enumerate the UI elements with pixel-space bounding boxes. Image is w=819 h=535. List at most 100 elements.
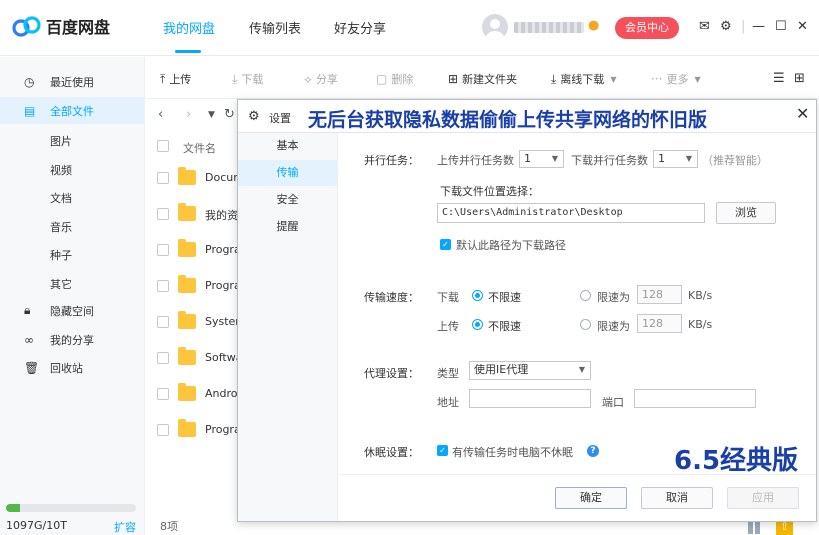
sidebar-item-images[interactable]: 图片 [50,133,72,149]
settings-transfer-panel: 并行任务： 上传并行任务数 1 ▼ 下载并行任务数 1 ▼ （推荐智能） 下载文… [339,133,816,483]
grid-view-icon[interactable] [748,520,762,534]
file-icon: ▤ [24,103,36,118]
settings-tab-transfer[interactable]: 传输 [238,160,337,186]
sidebar-item-hidden-space[interactable]: 🔒︎ 隐藏空间 [0,297,145,324]
dialog-close-icon[interactable]: ✕ [796,104,809,123]
back-icon[interactable]: ‹ [158,107,163,122]
file-name[interactable]: Andro [205,387,238,400]
upload-limit-radio[interactable] [580,319,591,330]
tab-transfer-list[interactable]: 传输列表 [249,18,301,37]
proxy-port-input[interactable] [634,389,756,408]
maximize-icon[interactable]: ☐ [775,19,787,34]
tab-friend-share[interactable]: 好友分享 [334,18,386,37]
table-row[interactable]: 我的资 [146,197,238,233]
download-button[interactable]: ⤓ 下载 [232,71,263,87]
download-parallel-select[interactable]: 1 ▼ [653,150,698,168]
forward-icon[interactable]: › [186,107,191,122]
sidebar-item-recent[interactable]: ◷ 最近使用 [0,68,145,95]
row-checkbox[interactable] [157,424,169,436]
share-button[interactable]: ⟡ 分享 [304,71,338,87]
download-path-input[interactable]: C:\Users\Administrator\Desktop [437,203,705,223]
proxy-type-select[interactable]: 使用IE代理 ▼ [469,361,591,380]
member-center-button[interactable]: 会员中心 [615,17,679,39]
upload-parallel-select[interactable]: 1 ▼ [519,150,564,168]
cancel-button[interactable]: 取消 [641,487,713,509]
table-row[interactable]: Docum [146,161,238,197]
delete-button[interactable]: ▢ 删除 [376,71,413,87]
expand-storage-link[interactable]: 扩容 [114,519,136,535]
sidebar-item-all-files[interactable]: ▤ 全部文件 [0,97,145,124]
ok-button[interactable]: 确定 [555,487,627,509]
column-filename[interactable]: 文件名 [183,140,216,156]
proxy-address-label: 地址 [437,396,459,409]
mail-icon[interactable]: ✉ [699,19,710,34]
table-row[interactable]: Progra [146,269,238,305]
file-name[interactable]: 我的资 [205,207,238,223]
overlay-banner-text: 无后台获取隐私数据偷偷上传共享网络的怀旧版 [308,109,708,131]
settings-tab-security[interactable]: 安全 [238,187,337,213]
row-checkbox[interactable] [157,352,169,364]
sort-icon[interactable]: ☰ [773,71,785,86]
settings-tab-basic[interactable]: 基本 [238,133,337,159]
sidebar-item-documents[interactable]: 文档 [50,190,72,206]
proxy-address-input[interactable] [469,389,591,408]
sidebar-item-music[interactable]: 音乐 [50,219,72,235]
folder-icon [178,203,196,221]
row-checkbox[interactable] [157,208,169,220]
file-name[interactable]: Softwa [205,351,238,364]
table-row[interactable]: Softwa [146,341,238,377]
download-unlimited-radio[interactable] [472,290,483,301]
file-name[interactable]: Progra [205,423,238,436]
file-name[interactable]: Docum [205,171,238,184]
row-checkbox[interactable] [157,172,169,184]
settings-tab-reminder[interactable]: 提醒 [238,214,337,240]
row-checkbox[interactable] [157,244,169,256]
history-dropdown-icon[interactable]: ▼ [208,110,215,120]
row-checkbox[interactable] [157,388,169,400]
file-name[interactable]: Progra [205,279,238,292]
upload-label: 上传 [169,73,192,86]
no-sleep-checkbox[interactable]: ✓ [437,445,448,456]
sidebar-item-recycle-bin[interactable]: 🗑︎ 回收站 [0,354,145,381]
more-button[interactable]: ··· 更多 ▼ [651,71,701,87]
folder-icon [178,239,196,257]
upload-limit-input[interactable]: 128 [637,314,682,333]
file-name[interactable]: Progra [205,243,238,256]
minimize-icon[interactable]: — [752,19,765,34]
username-blurred[interactable] [514,22,584,33]
select-all-checkbox[interactable] [157,140,169,152]
chevron-down-icon: ▼ [578,365,585,374]
download-icon: ⤓ [551,71,557,86]
dialog-title-bar[interactable]: ⚙ 设置 无后台获取隐私数据偷偷上传共享网络的怀旧版 ✕ [238,100,816,133]
download-limit-input[interactable]: 128 [637,285,682,304]
apply-button[interactable]: 应用 [727,487,799,509]
table-row[interactable]: Syster [146,305,238,341]
new-folder-button[interactable]: ⊞ 新建文件夹 [448,71,517,87]
settings-icon[interactable]: ⚙ [720,19,732,34]
close-icon[interactable]: ✕ [797,19,808,34]
breadcrumb: ‹ › ▼ ↻ [146,100,238,132]
help-icon[interactable]: ? [587,445,599,457]
app-logo[interactable]: 百度网盘 [12,14,110,38]
sidebar-item-other[interactable]: 其它 [50,276,72,292]
file-name[interactable]: Syster [205,315,238,328]
tab-my-drive[interactable]: 我的网盘 [163,18,215,37]
download-limit-radio[interactable] [580,290,591,301]
table-row[interactable]: Andro [146,377,238,413]
table-row[interactable]: Progra [146,233,238,269]
upload-unlimited-radio[interactable] [472,319,483,330]
table-row[interactable]: Progra [146,413,238,449]
refresh-icon[interactable]: ↻ [224,107,235,122]
avatar[interactable] [482,14,508,40]
upload-button[interactable]: ⤒ 上传 [160,71,191,87]
storage-quota-fill [6,504,21,512]
row-checkbox[interactable] [157,316,169,328]
browse-button[interactable]: 浏览 [716,202,776,224]
sidebar-item-torrents[interactable]: 种子 [50,247,72,263]
default-path-checkbox[interactable]: ✓ [440,239,451,250]
grid-view-icon[interactable]: ⊞ [794,71,805,86]
row-checkbox[interactable] [157,280,169,292]
sidebar-item-my-share[interactable]: ∞ 我的分享 [0,326,145,353]
offline-download-button[interactable]: ⤓ 离线下载 ▼ [551,71,616,87]
sidebar-item-videos[interactable]: 视频 [50,162,72,178]
